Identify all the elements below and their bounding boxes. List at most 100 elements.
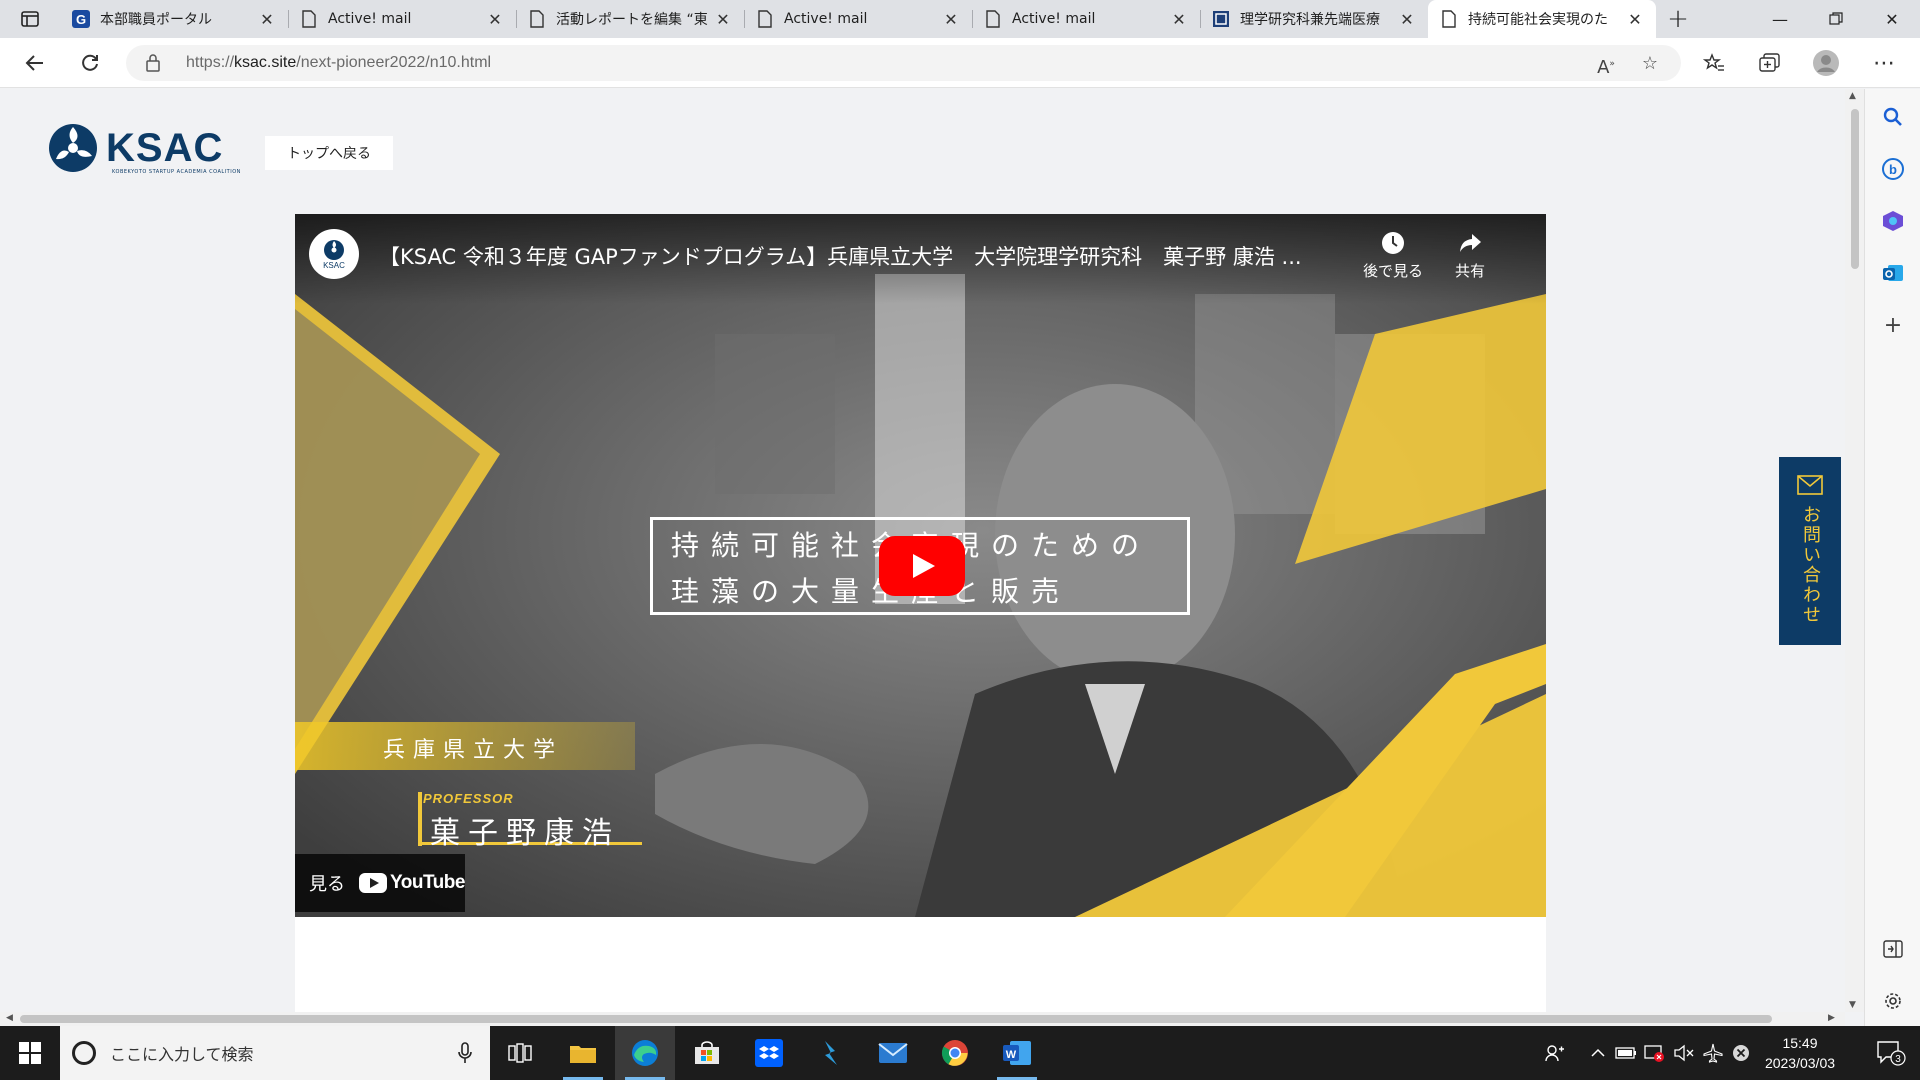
tab-close-icon[interactable]: ✕ [1398, 10, 1416, 29]
page-icon [984, 10, 1002, 28]
browser-tab[interactable]: Active! mail ✕ [972, 0, 1200, 38]
ksac-badge-icon [324, 239, 344, 260]
word-icon[interactable]: W [987, 1026, 1047, 1080]
tab-close-icon[interactable]: ✕ [1626, 10, 1644, 29]
add-favorite-icon[interactable]: ☆ [1640, 54, 1660, 74]
scroll-down-arrow[interactable]: ▼ [1849, 1000, 1856, 1010]
site-icon [1212, 10, 1230, 28]
bing-chat-icon[interactable]: b [1881, 157, 1905, 181]
settings-gear-icon[interactable] [1881, 989, 1905, 1013]
logo-text: KSAC [106, 125, 224, 170]
tab-close-icon[interactable]: ✕ [942, 10, 960, 29]
vertical-scroll-thumb[interactable] [1851, 109, 1859, 269]
airplane-mode-icon[interactable] [1699, 1026, 1727, 1080]
youtube-embed[interactable]: KSAC 【KSAC 令和３年度 GAPファンドプログラム】兵庫県立大学 大学院… [295, 214, 1546, 917]
watch-later-button[interactable]: 後で見る [1353, 230, 1433, 281]
share-arrow-icon [1460, 234, 1481, 252]
professor-accent-bar [418, 792, 422, 846]
outlook-icon[interactable] [1881, 261, 1905, 285]
page-icon [1440, 10, 1458, 28]
channel-avatar[interactable]: KSAC [309, 229, 359, 279]
shopping-icon[interactable] [1881, 209, 1905, 233]
browser-tab[interactable]: 理学研究科兼先端医療 ✕ [1200, 0, 1428, 38]
volume-muted-icon[interactable] [1670, 1026, 1698, 1080]
close-window-button[interactable]: ✕ [1864, 0, 1920, 38]
battery-icon[interactable] [1612, 1026, 1640, 1080]
hide-sidebar-icon[interactable] [1881, 937, 1905, 961]
url-text[interactable]: https://ksac.site/next-pioneer2022/n10.h… [186, 54, 491, 72]
clock-time: 15:49 [1782, 1035, 1818, 1051]
scroll-left-arrow[interactable]: ◀ [6, 1013, 13, 1023]
restore-button[interactable] [1808, 0, 1864, 38]
video-title[interactable]: 【KSAC 令和３年度 GAPファンドプログラム】兵庫県立大学 大学院理学研究科… [379, 241, 1379, 271]
edge-browser-icon[interactable] [615, 1026, 675, 1080]
favorites-icon[interactable] [1696, 46, 1732, 80]
browser-tab[interactable]: G 本部職員ポータル ✕ [60, 0, 288, 38]
browser-tab[interactable]: Active! mail ✕ [288, 0, 516, 38]
page-viewport: KSAC KOBEKYOTO STARTUP ACADEMIA COALITIO… [0, 89, 1845, 1012]
windows-taskbar: ここに入力して検索 W 15:49 2023/03/03 3 [0, 1026, 1920, 1080]
microphone-icon[interactable] [458, 1042, 472, 1068]
browser-tab[interactable]: 活動レポートを編集 “東京 ✕ [516, 0, 744, 38]
navigation-bar: https://ksac.site/next-pioneer2022/n10.h… [0, 38, 1920, 88]
page-icon [756, 10, 774, 28]
file-explorer-icon[interactable] [553, 1026, 613, 1080]
clock-date: 2023/03/03 [1764, 1055, 1836, 1071]
content-area [295, 917, 1546, 1012]
back-arrow-icon[interactable] [16, 46, 52, 80]
svg-text:b: b [1889, 162, 1897, 177]
tab-actions-button[interactable] [0, 0, 60, 38]
share-button[interactable]: 共有 [1430, 230, 1510, 281]
taskbar-search-box[interactable]: ここに入力して検索 [60, 1026, 490, 1080]
title-card-line-2: 珪藻の大量生産と販売 [671, 575, 1072, 608]
chrome-icon[interactable] [925, 1026, 985, 1080]
channel-badge-text: KSAC [323, 260, 345, 270]
vertical-scrollbar[interactable]: ▲ ▼ [1845, 89, 1864, 1012]
watch-on-label: 見る [309, 874, 345, 895]
youtube-logo: YouTube [359, 872, 465, 894]
profile-avatar[interactable] [1808, 46, 1844, 80]
youtube-wordmark: YouTube [390, 872, 465, 893]
more-options-icon[interactable]: ⋯ [1866, 46, 1902, 80]
status-x-icon[interactable] [1728, 1026, 1754, 1080]
horizontal-scroll-thumb[interactable] [20, 1015, 1772, 1023]
browser-tab[interactable]: Active! mail ✕ [744, 0, 972, 38]
play-button-icon[interactable] [879, 536, 965, 596]
refresh-icon[interactable] [72, 46, 108, 80]
security-alert-icon[interactable] [1641, 1026, 1669, 1080]
browser-tab-active[interactable]: 持続可能社会実現のた ✕ [1428, 0, 1656, 38]
windows-start-icon[interactable] [0, 1026, 60, 1080]
contact-tab[interactable]: お問い合わせ [1779, 457, 1841, 645]
professor-label: PROFESSOR [423, 791, 514, 806]
horizontal-scrollbar[interactable]: ◀ ▶ [0, 1012, 1845, 1026]
tab-close-icon[interactable]: ✕ [486, 10, 504, 29]
read-aloud-icon[interactable]: A» [1596, 54, 1616, 78]
chevron-up-icon[interactable] [1584, 1026, 1612, 1080]
app-bolt-icon[interactable] [801, 1026, 861, 1080]
tab-close-icon[interactable]: ✕ [714, 10, 732, 29]
lock-icon[interactable] [146, 54, 160, 76]
address-bar[interactable]: https://ksac.site/next-pioneer2022/n10.h… [126, 45, 1681, 81]
back-to-top-button[interactable]: トップへ戻る [265, 136, 393, 170]
scroll-up-arrow[interactable]: ▲ [1849, 91, 1856, 101]
microsoft-store-icon[interactable] [677, 1026, 737, 1080]
tab-close-icon[interactable]: ✕ [258, 10, 276, 29]
ksac-logo[interactable]: KSAC KOBEKYOTO STARTUP ACADEMIA COALITIO… [48, 123, 240, 175]
scroll-right-arrow[interactable]: ▶ [1828, 1013, 1835, 1023]
add-sidebar-app-icon[interactable]: + [1881, 313, 1905, 338]
search-icon[interactable] [1881, 105, 1905, 129]
collections-icon[interactable] [1752, 46, 1788, 80]
people-icon[interactable] [1540, 1026, 1570, 1080]
notification-center-icon[interactable]: 3 [1866, 1026, 1916, 1080]
minimize-button[interactable]: — [1752, 0, 1808, 38]
dropbox-icon[interactable] [739, 1026, 799, 1080]
share-label: 共有 [1454, 262, 1485, 280]
new-tab-button[interactable]: + [1656, 0, 1700, 38]
task-view-icon[interactable] [490, 1026, 550, 1080]
watch-on-youtube-button[interactable]: 見る YouTube [295, 854, 465, 912]
system-clock[interactable]: 15:49 2023/03/03 [1755, 1033, 1845, 1073]
tab-close-icon[interactable]: ✕ [1170, 10, 1188, 29]
tab-label: 本部職員ポータル [100, 12, 212, 28]
mail-app-icon[interactable] [863, 1026, 923, 1080]
clock-icon [1382, 232, 1404, 254]
